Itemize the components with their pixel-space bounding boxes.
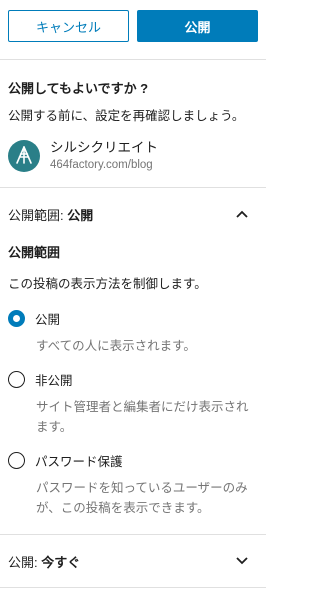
site-name: シルシクリエイト: [50, 140, 158, 155]
option-help: サイト管理者と編集者にだけ表示されます。: [36, 400, 249, 434]
radio-private[interactable]: [8, 371, 25, 388]
option-row: 公開: [8, 309, 258, 328]
site-info: シルシクリエイト 464factory.com/blog: [8, 139, 258, 173]
visibility-option-public: 公開 すべての人に表示されます。: [8, 309, 258, 356]
option-help: すべての人に表示されます。: [36, 339, 196, 353]
schedule-section: 公開: 今すぐ: [0, 535, 266, 588]
visibility-option-password: パスワード保護 パスワードを知っているユーザーのみが、この投稿を表示できます。: [8, 451, 258, 518]
chevron-up-icon: [234, 206, 250, 222]
visibility-section: 公開範囲: 公開 公開範囲 この投稿の表示方法を制御します。 公開 すべての人に…: [0, 188, 266, 535]
schedule-toggle-label: 公開: 今すぐ: [8, 552, 80, 571]
option-label: 公開: [35, 313, 61, 327]
intro-title: 公開してもよいですか ?: [8, 81, 149, 96]
publish-button[interactable]: 公開: [137, 10, 258, 42]
option-help: パスワードを知っているユーザーのみが、この投稿を表示できます。: [36, 481, 248, 515]
schedule-toggle[interactable]: 公開: 今すぐ: [8, 535, 258, 587]
visibility-toggle[interactable]: 公開範囲: 公開: [8, 188, 258, 240]
cancel-button[interactable]: キャンセル: [8, 10, 129, 42]
option-label: 非公開: [35, 374, 73, 388]
chevron-down-icon: [234, 553, 250, 569]
site-text: シルシクリエイト 464factory.com/blog: [50, 139, 158, 173]
option-row: パスワード保護: [8, 451, 258, 470]
visibility-option-private: 非公開 サイト管理者と編集者にだけ表示されます。: [8, 370, 258, 437]
intro-text: 公開する前に、設定を再確認しましょう。: [8, 109, 245, 123]
prepublish-intro: 公開してもよいですか ? 公開する前に、設定を再確認しましょう。 シルシクリエイ…: [0, 60, 266, 188]
prepublish-panel: キャンセル 公開 公開してもよいですか ? 公開する前に、設定を再確認しましょう…: [0, 0, 266, 606]
radio-public[interactable]: [8, 310, 25, 327]
prepublish-header: キャンセル 公開: [0, 0, 266, 60]
visibility-toggle-label: 公開範囲: 公開: [8, 205, 93, 224]
option-row: 非公開: [8, 370, 258, 389]
visibility-description: この投稿の表示方法を制御します。: [8, 277, 207, 291]
schedule-toggle-value: 今すぐ: [41, 554, 81, 570]
option-label: パスワード保護: [35, 455, 123, 469]
site-url: 464factory.com/blog: [50, 159, 153, 171]
radio-password[interactable]: [8, 452, 25, 469]
visibility-toggle-value: 公開: [67, 207, 94, 223]
visibility-heading: 公開範囲: [8, 245, 61, 260]
schedule-toggle-prefix: 公開:: [8, 554, 42, 570]
visibility-toggle-prefix: 公開範囲:: [8, 207, 68, 223]
site-logo-icon: [8, 140, 40, 172]
